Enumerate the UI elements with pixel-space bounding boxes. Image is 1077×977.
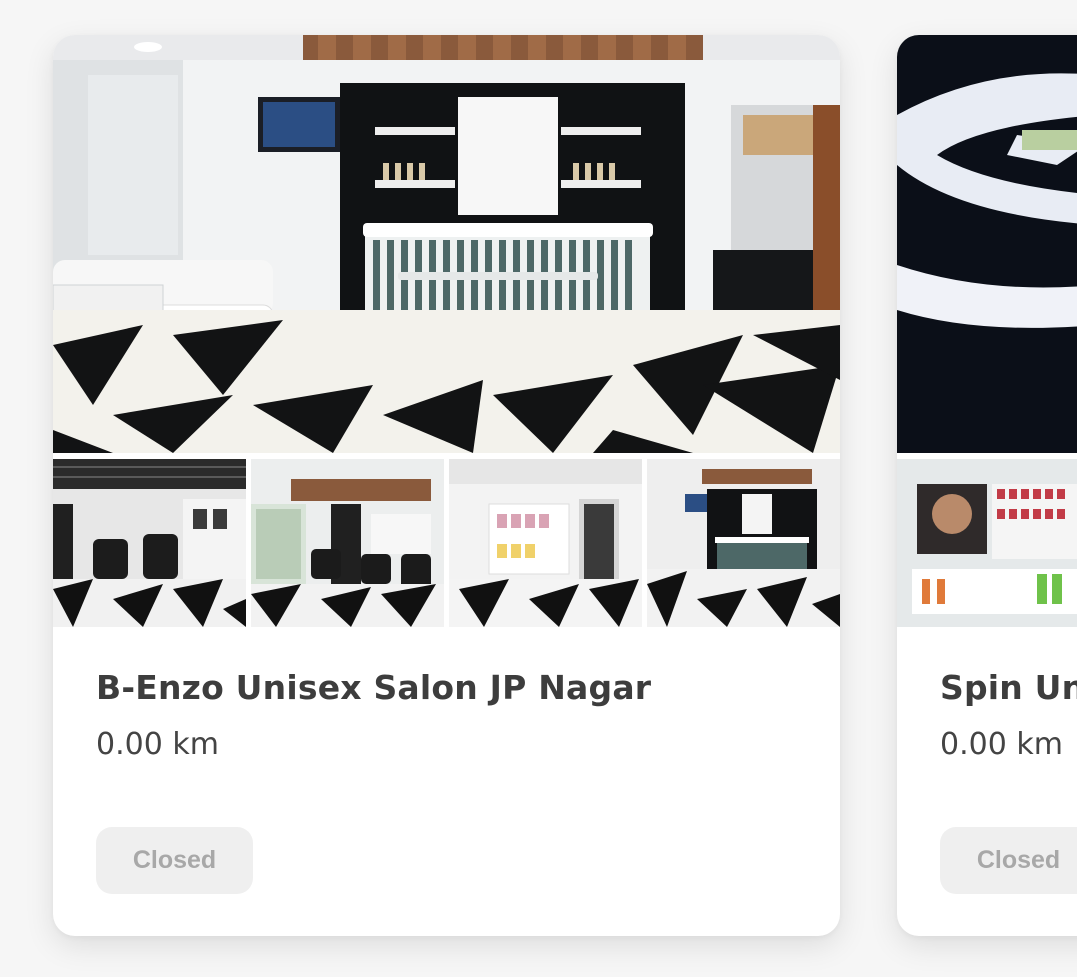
salon-name[interactable]: B-Enzo Unisex Salon JP Nagar (96, 665, 810, 711)
salon-info: Spin Un 0.00 km (940, 665, 1077, 765)
salon-thumbnail[interactable] (897, 459, 1077, 627)
salon-hero-image[interactable] (897, 35, 1077, 453)
salon-thumbnail[interactable] (647, 459, 840, 627)
salon-card[interactable]: B-Enzo Unisex Salon JP Nagar 0.00 km Clo… (53, 35, 840, 936)
salon-info: B-Enzo Unisex Salon JP Nagar 0.00 km (96, 665, 810, 765)
salon-card[interactable]: Spin Un 0.00 km Closed (897, 35, 1077, 936)
salon-hero-image[interactable] (53, 35, 840, 453)
salon-thumbnail-strip (897, 459, 1077, 627)
status-badge-closed: Closed (96, 827, 253, 894)
salon-thumbnail[interactable] (449, 459, 642, 627)
salon-thumbnail-strip (53, 459, 840, 627)
salon-distance: 0.00 km (940, 727, 1063, 762)
salon-name[interactable]: Spin Un (940, 665, 1077, 711)
salon-list-viewport: B-Enzo Unisex Salon JP Nagar 0.00 km Clo… (0, 0, 1077, 977)
salon-distance: 0.00 km (96, 727, 219, 762)
status-badge-closed: Closed (940, 827, 1077, 894)
salon-thumbnail[interactable] (53, 459, 246, 627)
salon-thumbnail[interactable] (251, 459, 444, 627)
